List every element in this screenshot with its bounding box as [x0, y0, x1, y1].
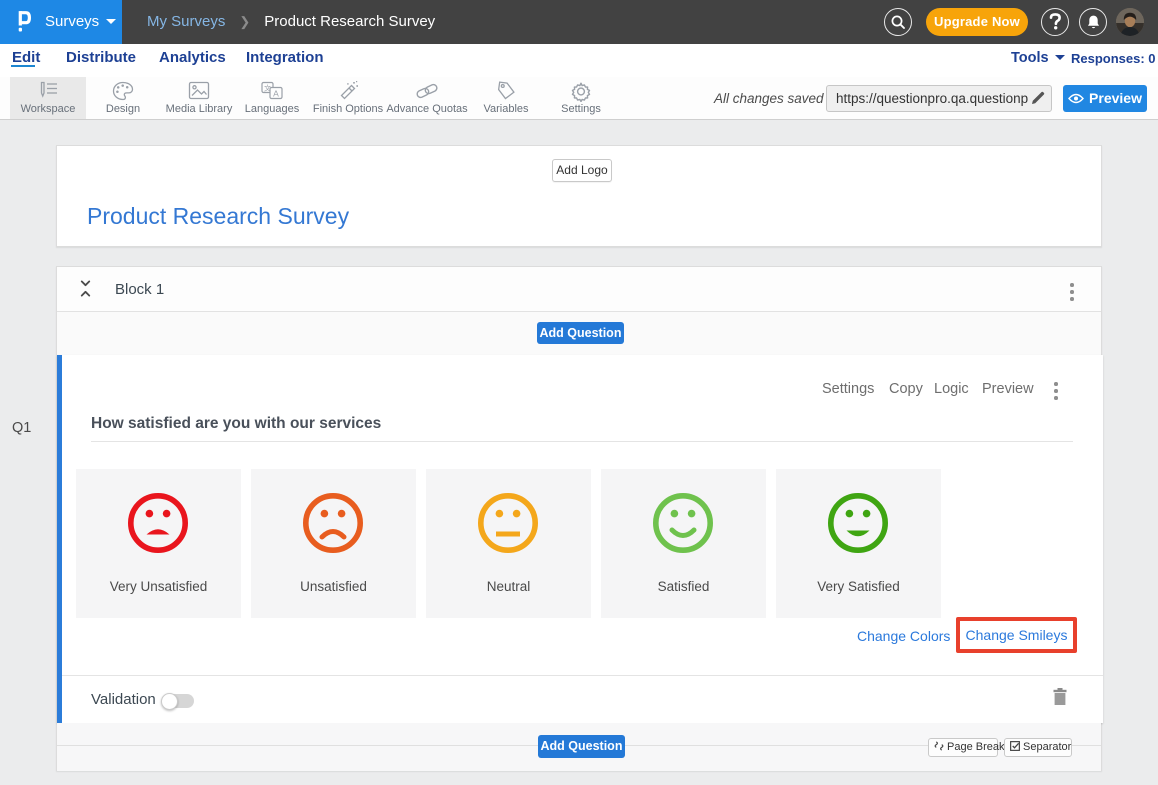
- svg-text:文: 文: [264, 83, 271, 92]
- svg-text:A: A: [273, 89, 279, 99]
